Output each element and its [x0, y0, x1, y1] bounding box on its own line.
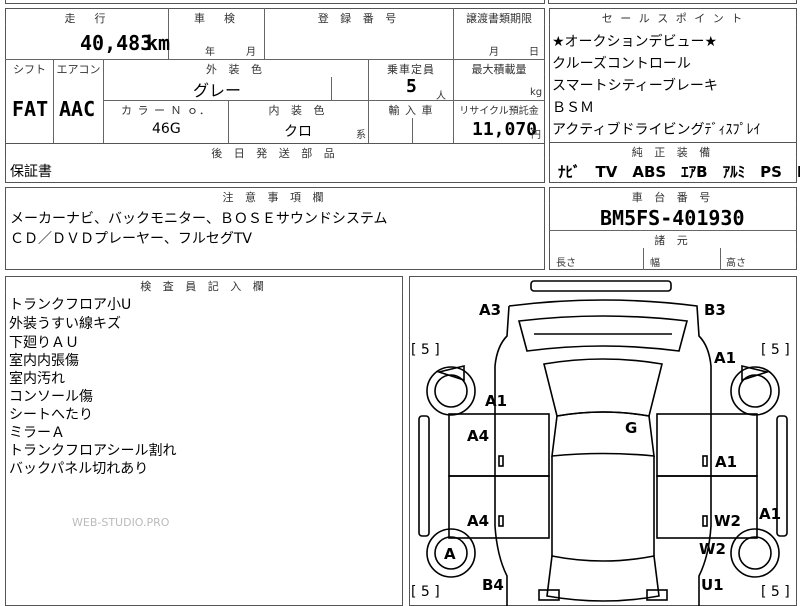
inspection-year-unit: 年	[205, 47, 215, 58]
inspector-note: トランクフロア小U	[9, 297, 132, 313]
mark-g-roof: G	[625, 419, 637, 437]
tire-bracket-rr: [ 5 ]	[761, 342, 790, 358]
mark-a1-rear-right: A1	[714, 349, 736, 367]
mark-a4-front-door: A4	[467, 512, 489, 530]
sales-point-item: スマートシティーブレーキ	[552, 78, 718, 94]
genuine-equipment-header: 純 正 装 備	[550, 144, 796, 160]
top-strip	[5, 0, 545, 4]
capacity-unit: 人	[436, 91, 446, 102]
inspector-note: ミラーＡ	[9, 425, 65, 441]
exterior-color-value: グレー	[193, 81, 242, 100]
mark-a4-rear-door: A4	[467, 427, 489, 445]
tire-bracket-fr: [ 5 ]	[761, 584, 790, 600]
mark-a1-side: A1	[759, 505, 781, 523]
notes-line: メーカーナビ、バックモニター、ＢＯＳＥサウンドシステム	[10, 211, 388, 227]
mark-b4: B4	[482, 576, 504, 594]
max-load-header: 最大積載量	[454, 61, 544, 77]
recycle-unit: 円	[531, 130, 541, 141]
exterior-color-header: 外 装 色	[104, 61, 368, 77]
recycle-header: リサイクル預託金	[454, 102, 544, 117]
sales-point-item: アクティブドライビングﾃﾞｨｽﾌﾟﾚｲ	[552, 122, 761, 138]
chassis-value: BM5FS-401930	[600, 206, 745, 230]
color-no-value: 46G	[152, 121, 181, 137]
notes-header: 注 意 事 項 欄	[6, 189, 544, 205]
inspector-note: コンソール傷	[9, 389, 93, 405]
mark-w2-left: W2	[699, 540, 726, 558]
mark-a1-right-door: A1	[715, 453, 737, 471]
notes-line: ＣＤ／ＤＶＤプレーヤー、フルセグTV	[10, 231, 252, 247]
shift-header: シフト	[6, 61, 53, 77]
spec-width-label: 幅	[650, 258, 660, 269]
aircon-header: エアコン	[54, 61, 103, 77]
later-parts-header: 後 日 発 送 部 品	[6, 145, 544, 161]
capacity-header: 乗車定員	[369, 61, 453, 77]
recycle-value: 11,070	[472, 119, 538, 140]
genuine-equipment-value: ﾅﾋﾞ TV ABS ｴｱB ｱﾙﾐ PS PW	[558, 163, 800, 181]
mileage-value: 40,483	[80, 31, 153, 55]
tire-bracket-rl: [ 5 ]	[411, 342, 440, 358]
top-strip-right	[548, 0, 797, 4]
mark-a3: A3	[479, 301, 501, 319]
specs-header: 諸 元	[550, 232, 796, 248]
transfer-deadline-header: 譲渡書類期限	[454, 10, 544, 26]
interior-color-header: 内 装 色	[229, 102, 368, 118]
interior-color-value: クロ	[284, 124, 312, 140]
watermark: WEB-STUDIO.PRO	[72, 516, 170, 529]
mark-u1: U1	[701, 576, 724, 594]
color-no-header: カ ラ ー Ｎ ｏ．	[104, 102, 228, 118]
capacity-value: 5	[406, 76, 417, 97]
inspector-notes-header: 検 査 員 記 入 欄	[6, 278, 402, 294]
sales-point-item: クルーズコントロール	[552, 56, 691, 72]
later-parts-value: 保証書	[10, 164, 52, 180]
sales-point-item: ＢＳＭ	[552, 100, 594, 116]
mark-a1-rear-left: A1	[485, 392, 507, 410]
mark-b3: B3	[704, 301, 726, 319]
max-load-unit: kg	[530, 87, 543, 98]
sales-points-header: セ ー ル ス ポ イ ン ト	[550, 10, 796, 26]
import-header: 輸 入 車	[369, 102, 453, 118]
inspector-note: バックパネル切れあり	[9, 461, 149, 477]
transfer-month-unit: 月	[489, 47, 499, 58]
aircon-value: AAC	[59, 97, 96, 121]
inspector-note: 下廻りＡＵ	[9, 335, 79, 351]
transfer-day-unit: 日	[529, 47, 539, 58]
inspector-note: シートへたり	[9, 407, 93, 423]
mark-a-tire: A	[444, 545, 456, 563]
spec-length-label: 長さ	[556, 258, 576, 269]
inspector-note: 室内汚れ	[9, 371, 65, 387]
inspector-note: 外装うすい線キズ	[9, 316, 121, 332]
mark-w2-right: W2	[714, 512, 741, 530]
inspection-header: 車 検	[169, 10, 264, 26]
mileage-header: 走 行	[6, 10, 168, 26]
interior-color-suffix: 系	[356, 130, 366, 141]
tire-bracket-fl: [ 5 ]	[411, 584, 440, 600]
sales-point-item: ★オークションデビュー★	[552, 34, 718, 50]
spec-height-label: 高さ	[726, 258, 746, 269]
shift-value: FAT	[12, 97, 49, 121]
chassis-header: 車 台 番 号	[550, 189, 796, 205]
car-diagram: [ 5 ] [ 5 ] [ 5 ] [ 5 ] A3 B3 A1 A1 G A4…	[411, 280, 790, 606]
inspection-month-unit: 月	[246, 47, 256, 58]
registration-header: 登 録 番 号	[265, 10, 453, 26]
inspector-note: トランクフロアシール割れ	[9, 443, 177, 459]
inspector-note: 室内内張傷	[9, 353, 79, 369]
mileage-unit: km	[146, 31, 171, 55]
